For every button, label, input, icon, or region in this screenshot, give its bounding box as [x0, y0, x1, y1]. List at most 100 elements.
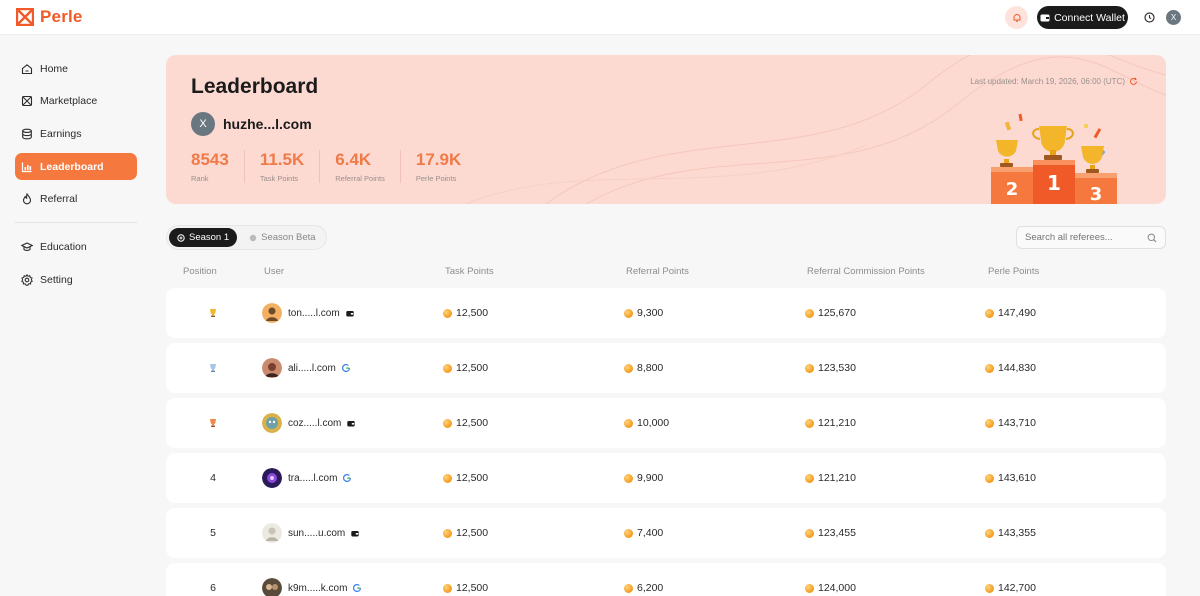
commission-points-cell: 121,210	[805, 453, 856, 503]
google-icon	[343, 474, 352, 482]
wallet-icon	[345, 310, 354, 316]
sidebar-item-marketplace[interactable]: Marketplace	[15, 87, 137, 114]
coin-icon	[805, 583, 814, 593]
task-points-cell: 12,500	[443, 563, 488, 596]
graduation-cap-icon	[21, 241, 33, 253]
coin-icon	[805, 528, 814, 538]
coin-icon	[443, 363, 452, 373]
logo[interactable]: Perle	[16, 7, 83, 27]
user-name: coz.....l.com	[288, 417, 342, 429]
stat-referral-points: 6.4K Referral Points	[335, 150, 401, 183]
coin-icon	[624, 363, 633, 373]
season-beta-icon	[249, 234, 257, 241]
table-row[interactable]: ton.....l.com 12,500 9,300 125,670 147,4…	[166, 288, 1166, 338]
column-header-referral-commission-points: Referral Commission Points	[807, 266, 925, 277]
commission-points-value: 123,530	[818, 362, 856, 374]
sidebar-item-setting[interactable]: Setting	[15, 266, 137, 293]
podium-number-2: 2	[1006, 179, 1019, 200]
season-tabs: Season 1 Season Beta	[166, 225, 327, 250]
coin-icon	[805, 363, 814, 373]
task-points-cell: 12,500	[443, 288, 488, 338]
sidebar-item-leaderboard[interactable]: Leaderboard	[15, 153, 137, 180]
search-field[interactable]	[1016, 226, 1166, 249]
position-cell: 4	[210, 472, 216, 484]
table-row[interactable]: 6 k9m.....k.com 12,500 6,200 124,000 142…	[166, 563, 1166, 596]
commission-points-value: 125,670	[818, 307, 856, 319]
perle-points-value: 142,700	[998, 582, 1036, 594]
stat-rank: 8543 Rank	[191, 150, 245, 183]
column-header-user: User	[264, 266, 285, 277]
google-icon	[341, 364, 350, 372]
avatar	[262, 468, 282, 488]
sidebar-item-home[interactable]: Home	[15, 55, 137, 82]
stat-label: Task Points	[259, 174, 299, 183]
column-header-task-points: Task Points	[445, 266, 494, 277]
sidebar-item-label: Earnings	[40, 127, 82, 140]
table-row[interactable]: 4 tra.....l.com 12,500 9,900 121,210 143…	[166, 453, 1166, 503]
coin-icon	[805, 418, 814, 428]
table-row[interactable]: 5 sun.....u.com 12,500 7,400 123,455 143…	[166, 508, 1166, 558]
sidebar-item-education[interactable]: Education	[15, 233, 137, 260]
commission-points-value: 121,210	[818, 472, 856, 484]
coin-icon	[985, 528, 994, 538]
commission-points-cell: 125,670	[805, 288, 856, 338]
user-name: ton.....l.com	[288, 307, 340, 319]
coin-icon	[985, 308, 994, 318]
table-row[interactable]: coz.....l.com 12,500 10,000 121,210 143,…	[166, 398, 1166, 448]
referral-points-cell: 6,200	[624, 563, 663, 596]
sidebar-item-earnings[interactable]: Earnings	[15, 120, 137, 147]
referral-points-value: 9,300	[637, 307, 664, 319]
avatar	[262, 358, 282, 378]
referral-points-cell: 9,300	[624, 288, 663, 338]
stat-value: 11.5K	[259, 150, 305, 169]
stat-value: 8543	[191, 150, 229, 169]
history-button[interactable]	[1139, 6, 1159, 29]
sidebar-item-referral[interactable]: Referral	[15, 185, 137, 212]
commission-points-cell: 121,210	[805, 398, 856, 448]
commission-points-cell: 123,455	[805, 508, 856, 558]
task-points-value: 12,500	[456, 582, 489, 594]
connect-wallet-label: Connect Wallet	[1054, 11, 1125, 24]
stat-value: 17.9K	[415, 150, 462, 169]
coin-icon	[985, 583, 994, 593]
stat-label: Referral Points	[335, 174, 385, 183]
sidebar-item-label: Referral	[40, 192, 78, 205]
flame-icon	[21, 192, 33, 205]
connect-wallet-button[interactable]: Connect Wallet	[1037, 6, 1128, 29]
bell-icon	[1013, 13, 1020, 22]
perle-points-value: 144,830	[998, 362, 1036, 374]
last-updated: Last updated: March 19, 2026, 06:00 (UTC…	[970, 77, 1138, 86]
search-input[interactable]	[1025, 232, 1143, 243]
user-avatar[interactable]: X	[1166, 10, 1181, 25]
stat-label: Perle Points	[415, 174, 457, 183]
gold-trophy-icon	[210, 309, 216, 317]
commission-points-value: 121,210	[818, 417, 856, 429]
perle-points-cell: 143,610	[985, 453, 1036, 503]
trophy-left	[996, 140, 1018, 167]
coin-icon	[624, 528, 633, 538]
stat-value: 6.4K	[335, 150, 372, 169]
coin-icon	[985, 418, 994, 428]
sidebar-item-label: Marketplace	[40, 94, 98, 107]
database-icon	[21, 128, 33, 140]
user-name: sun.....u.com	[288, 527, 346, 539]
referral-points-cell: 7,400	[624, 508, 663, 558]
coin-icon	[624, 418, 633, 428]
sidebar-divider	[15, 222, 137, 223]
perle-points-value: 143,710	[998, 417, 1036, 429]
perle-points-value: 147,490	[998, 307, 1036, 319]
trophy-right	[1081, 146, 1104, 173]
table-row[interactable]: ali.....l.com 12,500 8,800 123,530 144,8…	[166, 343, 1166, 393]
referral-points-value: 10,000	[637, 417, 670, 429]
task-points-value: 12,500	[456, 362, 489, 374]
perle-points-value: 143,610	[998, 472, 1036, 484]
notification-button[interactable]	[1005, 6, 1028, 29]
sidebar-item-label: Leaderboard	[40, 160, 104, 173]
tab-season-beta[interactable]: Season Beta	[241, 228, 323, 247]
tab-season-1[interactable]: Season 1	[169, 228, 238, 247]
coin-icon	[985, 363, 994, 373]
coin-icon	[805, 308, 814, 318]
search-icon[interactable]	[1147, 233, 1157, 243]
referral-points-value: 6,200	[637, 582, 664, 594]
refresh-icon[interactable]	[1129, 77, 1138, 86]
